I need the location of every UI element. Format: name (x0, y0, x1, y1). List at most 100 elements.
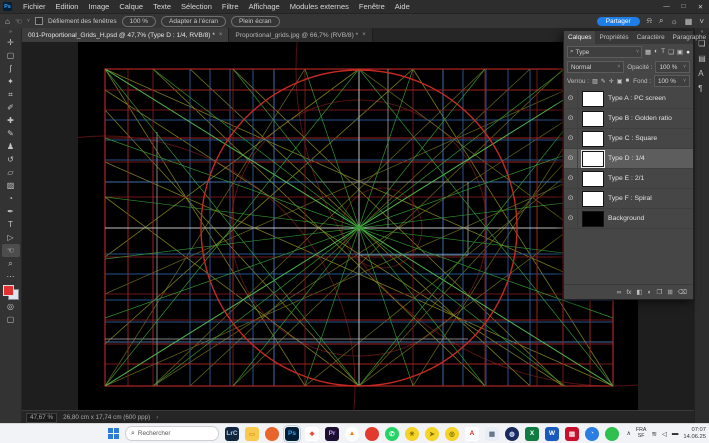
healing-brush-tool[interactable]: ✚ (2, 114, 20, 127)
layer-thumbnail[interactable] (582, 211, 604, 227)
lock-artboard-icon[interactable]: ▣ (617, 78, 623, 85)
tray-chevron-icon[interactable]: ∧ (626, 430, 630, 437)
menu-item-selection[interactable]: Sélection (176, 2, 217, 11)
excel-icon[interactable]: X (525, 427, 539, 441)
hand-tool[interactable]: ☜ (2, 244, 20, 257)
search-icon[interactable]: ⌕ (659, 16, 663, 26)
tab-close-icon[interactable]: × (362, 32, 366, 38)
zoom-tool[interactable]: ⌕ (2, 257, 20, 270)
app-red-icon[interactable]: ▤ (565, 427, 579, 441)
menu-item-filtre[interactable]: Filtre (217, 2, 244, 11)
home-icon[interactable]: ⌂ (5, 17, 10, 26)
delete-layer-icon[interactable]: ⌫ (678, 288, 687, 296)
discover-bulb-icon[interactable]: ☼ (670, 17, 677, 26)
menu-item-modules-externes[interactable]: Modules externes (285, 2, 354, 11)
foreground-color-swatch[interactable] (3, 285, 14, 296)
scroll-all-windows-checkbox[interactable] (35, 17, 43, 25)
start-button[interactable] (108, 428, 119, 439)
filter-type-layers-icon[interactable]: T (661, 48, 665, 56)
filter-lightswitch-icon[interactable]: ● (686, 49, 690, 56)
whatsapp-icon[interactable]: ✆ (385, 427, 399, 441)
menu-item-image[interactable]: Image (83, 2, 114, 11)
fill-select[interactable]: 100 % ˅ (654, 75, 690, 87)
gradient-tool[interactable]: ▨ (2, 179, 20, 192)
clone-stamp-tool[interactable]: ♟ (2, 140, 20, 153)
layer-thumbnail[interactable] (582, 91, 604, 107)
layer-thumbnail[interactable] (582, 191, 604, 207)
lock-all-icon[interactable]: ■ (625, 78, 629, 85)
link-layers-icon[interactable]: ∞ (617, 289, 622, 296)
layer-filter-search[interactable]: ⌕ Type ˅ (567, 46, 642, 58)
panel-tab-paragraphe[interactable]: Paragraphe (669, 31, 709, 44)
edit-toolbar[interactable]: ⋯ (2, 270, 20, 283)
marquee-tool[interactable]: ▢ (2, 49, 20, 62)
hand-tool-icon[interactable]: ☜ (15, 17, 22, 26)
layer-row-background[interactable]: ⊙Background (564, 209, 693, 229)
word-icon[interactable]: W (545, 427, 559, 441)
blend-mode-select[interactable]: Normal ˅ (567, 61, 624, 73)
browser-icon[interactable] (365, 427, 379, 441)
new-layer-icon[interactable]: ⊞ (667, 288, 672, 296)
workspace-switcher-icon[interactable]: ▦ (685, 17, 693, 26)
menu-item-edition[interactable]: Edition (51, 2, 84, 11)
photos-icon[interactable]: ❖ (305, 427, 319, 441)
chevron-down-icon[interactable]: ˅ (27, 18, 30, 24)
document-canvas[interactable] (78, 42, 638, 410)
app-green-icon[interactable] (605, 427, 619, 441)
chevron-down-icon[interactable]: ˅ (699, 17, 704, 26)
fullscreen-button[interactable]: Plein écran (231, 16, 280, 27)
panel-tab-calques[interactable]: Calques (564, 31, 595, 44)
volume-icon[interactable]: ◁ (662, 430, 667, 438)
new-group-icon[interactable]: ❐ (657, 288, 663, 296)
object-selection-tool[interactable]: ✦ (2, 75, 20, 88)
dodge-tool[interactable]: ◔ (2, 192, 20, 205)
filter-shape-layers-icon[interactable]: ❑ (668, 48, 674, 56)
lightroom-icon[interactable]: LrC (225, 427, 239, 441)
add-layer-mask-icon[interactable]: ◧ (636, 288, 642, 296)
menu-item-aide[interactable]: Aide (390, 2, 415, 11)
layer-thumbnail[interactable] (582, 151, 604, 167)
quick-mask-icon[interactable]: ◎ (2, 300, 20, 313)
tab-close-icon[interactable]: × (219, 32, 223, 38)
layer-visibility-eye-icon[interactable]: ⊙ (564, 169, 578, 188)
app-yellow-1-icon[interactable]: ✳ (405, 427, 419, 441)
panel-tab-proprietes[interactable]: Propriétés (595, 31, 632, 44)
layer-visibility-eye-icon[interactable]: ⊙ (564, 109, 578, 128)
crop-tool[interactable]: ⌗ (2, 88, 20, 101)
adjustment-layer-icon[interactable]: ◐ (648, 289, 652, 296)
filter-pixel-layers-icon[interactable]: ▦ (645, 48, 651, 56)
zoom-100-button[interactable]: 100 % (122, 16, 156, 27)
firefox-icon[interactable] (265, 427, 279, 441)
screen-mode-icon[interactable]: ▢ (2, 313, 20, 326)
pen-tool[interactable]: ✒ (2, 205, 20, 218)
layer-row-type-d-14[interactable]: ⊙Type D : 1/4 (564, 149, 693, 169)
layer-row-type-b-golden-ratio[interactable]: ⊙Type B : Golden ratio (564, 109, 693, 129)
path-selection-tool[interactable]: ▷ (2, 231, 20, 244)
history-brush-tool[interactable]: ↺ (2, 153, 20, 166)
calculator-icon[interactable]: ▦ (485, 427, 499, 441)
libraries-panel-icon[interactable]: ▤ (698, 51, 706, 66)
fit-screen-button[interactable]: Adapter à l'écran (161, 16, 226, 27)
panel-tab-caractere[interactable]: Caractère (633, 31, 669, 44)
language-indicator[interactable]: FRASF (636, 428, 647, 439)
app-yellow-2-icon[interactable]: ➤ (425, 427, 439, 441)
maximize-button[interactable]: □ (675, 3, 692, 11)
app-dark-icon[interactable]: ◍ (505, 427, 519, 441)
app-blue-icon[interactable]: ◔ (585, 427, 599, 441)
toolbar-collapse-icon[interactable]: » (9, 29, 12, 36)
lock-position-icon[interactable]: ✛ (609, 78, 614, 85)
premiere-icon[interactable]: Pr (325, 427, 339, 441)
layer-visibility-eye-icon[interactable]: ⊙ (564, 149, 578, 168)
layer-visibility-eye-icon[interactable]: ⊙ (564, 129, 578, 148)
lock-transparency-icon[interactable]: ▨ (592, 78, 598, 85)
file-explorer-icon[interactable]: ▭ (245, 427, 259, 441)
share-button[interactable]: Partager (597, 17, 640, 26)
menu-item-calque[interactable]: Calque (114, 2, 148, 11)
filter-smart-objects-icon[interactable]: ▣ (677, 48, 683, 56)
acrobat-icon[interactable]: A (465, 427, 479, 441)
type-tool[interactable]: T (2, 218, 20, 231)
layer-effects-icon[interactable]: fx (626, 289, 631, 296)
menu-item-affichage[interactable]: Affichage (244, 2, 285, 11)
paragraph-panel-icon[interactable]: ¶ (698, 81, 706, 96)
move-tool[interactable]: ✛ (2, 36, 20, 49)
